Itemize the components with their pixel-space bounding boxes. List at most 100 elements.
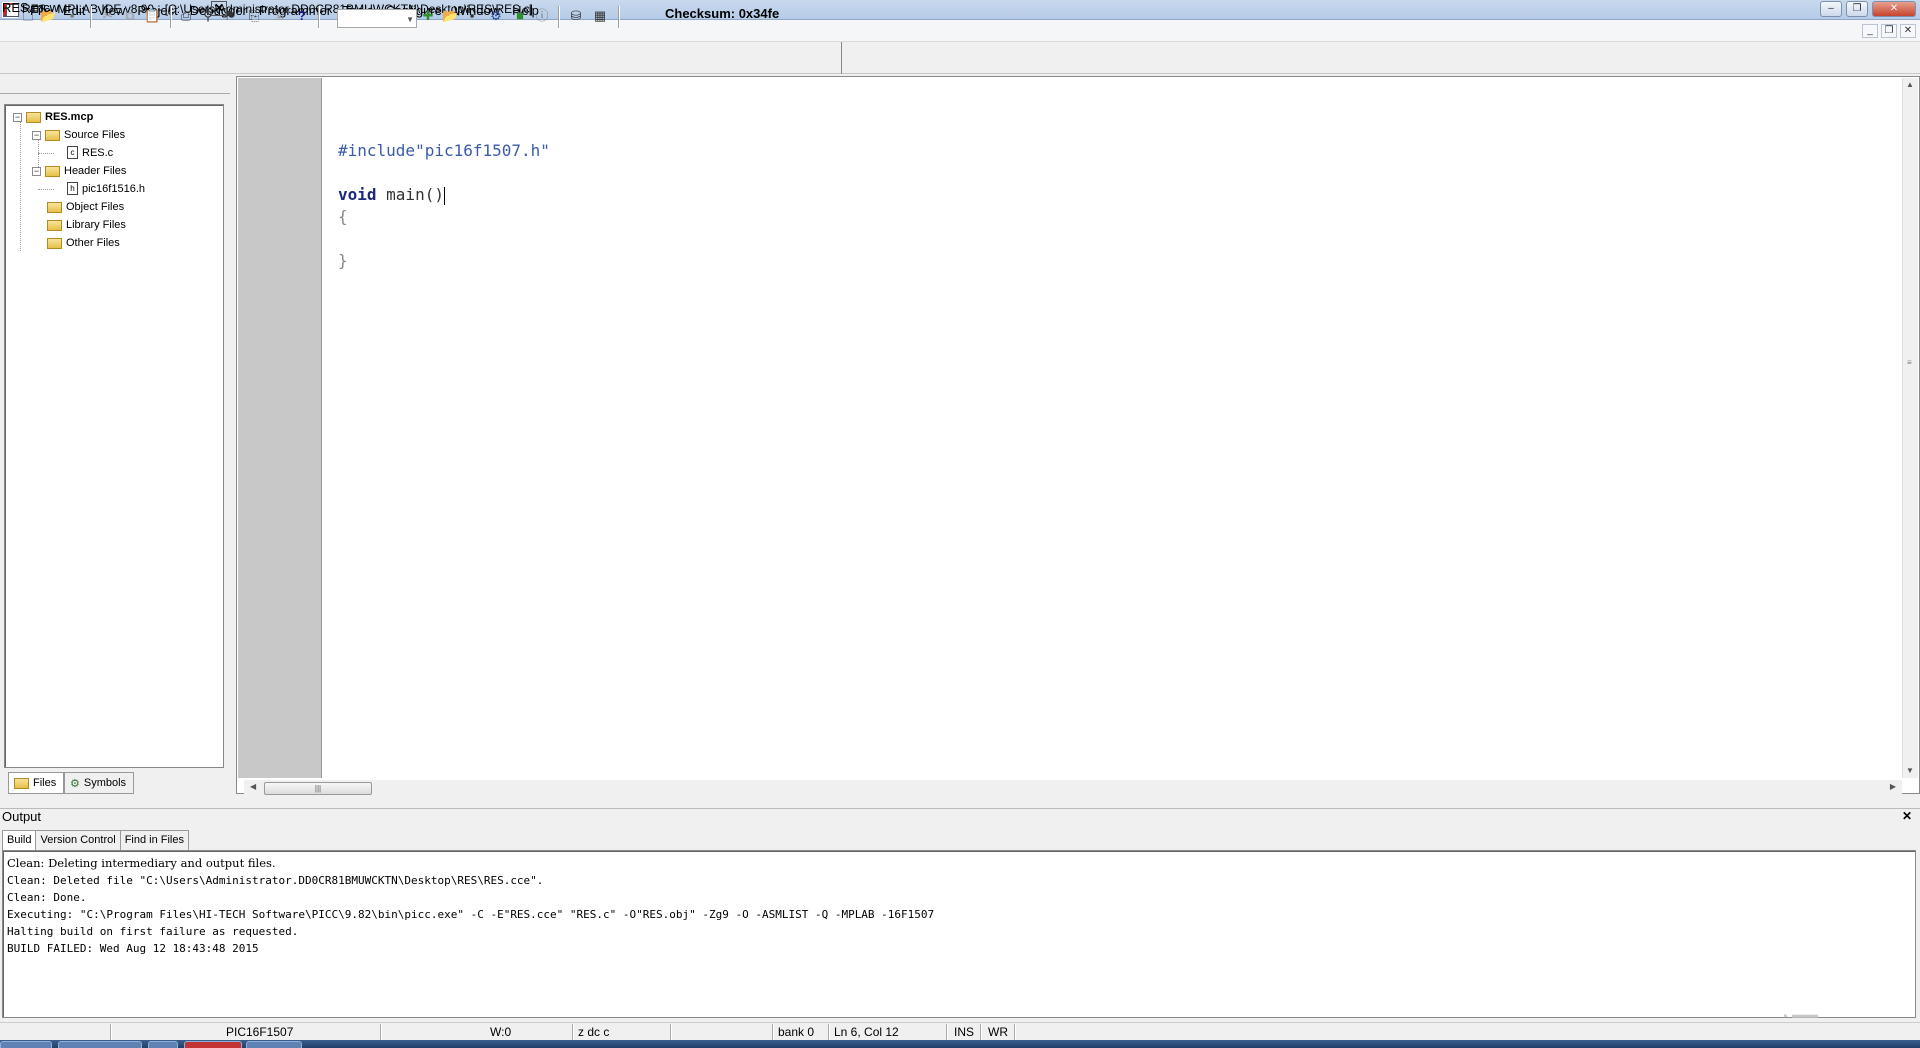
text-caret	[443, 186, 445, 205]
bookmark-next-icon[interactable]: ⇲	[270, 8, 286, 24]
taskbar-item[interactable]	[58, 1041, 142, 1048]
watermark-logo: ◔ ━━━	[1780, 1008, 1818, 1024]
code-line-close-brace: }	[338, 250, 550, 272]
tree-library-files[interactable]: Library Files	[47, 219, 126, 231]
output-line: Executing: "C:\Program Files\HI-TECH Sof…	[7, 908, 935, 921]
taskbar-item[interactable]	[184, 1041, 242, 1048]
status-separator	[670, 1024, 672, 1040]
status-insert-mode: INS	[954, 1025, 975, 1039]
folder-icon	[45, 165, 60, 177]
tab-find-in-files[interactable]: Find in Files	[119, 830, 189, 850]
checksum-label: Checksum: 0x34fe	[665, 6, 780, 21]
workspace-title: RES.mcw	[2, 0, 60, 15]
status-bank: bank 0	[778, 1025, 815, 1039]
scroll-grip-icon[interactable]: ≡	[1907, 358, 1915, 367]
project-name: RES.mcp	[45, 111, 94, 123]
collapse-icon[interactable]: −	[13, 112, 22, 122]
code-editor[interactable]: #include"pic16f1507.h" void main() { }	[338, 140, 550, 272]
symbols-icon: ⚙	[70, 777, 80, 790]
rebuild-icon[interactable]: ■	[512, 8, 528, 24]
h-file-icon: h	[67, 182, 78, 195]
tab-build[interactable]: Build	[2, 830, 37, 851]
bookmark-icon[interactable]: ⎘	[246, 8, 262, 24]
print-icon[interactable]: ⎙	[178, 8, 194, 24]
mdi-restore-button[interactable]: ❐	[1881, 24, 1897, 38]
editor-gutter	[238, 78, 322, 778]
collapse-icon[interactable]: −	[32, 166, 41, 176]
info-icon[interactable]: ⓘ	[534, 8, 550, 24]
calculator-icon[interactable]: ▦	[592, 8, 608, 24]
tree-file-header[interactable]: h pic16f1516.h	[67, 182, 145, 195]
scroll-down-icon[interactable]: ▼	[1906, 766, 1914, 775]
tree-header-files[interactable]: − Header Files	[32, 165, 126, 177]
maximize-window-button[interactable]: ❐	[1846, 1, 1868, 17]
status-write-mode: WR	[988, 1025, 1008, 1039]
build-configuration-select[interactable]: ▼	[337, 9, 417, 28]
status-separator	[980, 1024, 982, 1040]
taskbar-item[interactable]	[246, 1041, 302, 1048]
folder-icon	[26, 111, 41, 123]
taskbar-item[interactable]	[148, 1041, 178, 1048]
close-window-button[interactable]: ✕	[1872, 1, 1916, 17]
tab-files[interactable]: Files	[8, 772, 64, 794]
header-files-label: Header Files	[64, 165, 127, 177]
open-project-icon[interactable]: 📂	[442, 8, 458, 24]
toolbar-separator	[558, 6, 560, 28]
output-line: Clean: Deleting intermediary and output …	[7, 856, 276, 870]
tree-project-node[interactable]: − RES.mcp	[13, 111, 93, 123]
save-project-icon[interactable]: ▪	[464, 8, 480, 24]
folder-icon	[47, 237, 62, 249]
editor-horizontal-scrollbar[interactable]: ◀ ▶	[244, 780, 1902, 796]
tree-source-files[interactable]: − Source Files	[32, 129, 125, 141]
collapse-icon[interactable]: −	[32, 130, 41, 140]
build-icon[interactable]: ⚙	[488, 8, 504, 24]
minimize-window-button[interactable]: ‒	[1820, 1, 1842, 17]
editor-vertical-scrollbar[interactable]: ▲ ≡ ▼	[1902, 78, 1918, 778]
folder-icon	[47, 219, 62, 231]
scroll-left-icon[interactable]: ◀	[250, 782, 256, 791]
main-function: main()	[376, 185, 444, 204]
copy-icon[interactable]: ⧉	[122, 8, 138, 24]
output-close-button[interactable]: ✕	[1900, 810, 1914, 824]
output-title-bar	[0, 808, 1920, 826]
start-button[interactable]	[0, 1041, 52, 1048]
output-title: Output	[2, 809, 42, 824]
mdi-minimize-button[interactable]: _	[1862, 24, 1878, 38]
cut-icon[interactable]: ✂	[100, 8, 116, 24]
status-separator	[946, 1024, 948, 1040]
status-w-register: W:0	[490, 1025, 512, 1039]
paste-icon[interactable]: 📋	[144, 8, 160, 24]
new-project-icon[interactable]: ✚	[420, 8, 436, 24]
close-brace: }	[338, 251, 348, 270]
scroll-right-icon[interactable]: ▶	[1890, 782, 1896, 791]
build-output[interactable]: Clean: Deleting intermediary and output …	[2, 850, 1916, 1018]
mdi-close-button[interactable]: ✕	[1900, 24, 1916, 38]
void-keyword: void	[338, 185, 377, 204]
tree-file-res-c[interactable]: c RES.c	[67, 146, 113, 159]
status-separator	[380, 1024, 382, 1040]
code-line-open-brace: {	[338, 206, 550, 228]
program-icon[interactable]: ⛁	[568, 8, 584, 24]
status-separator	[110, 1024, 112, 1040]
tree-object-files[interactable]: Object Files	[47, 201, 124, 213]
workspace-tabs: Files ⚙ Symbols	[4, 772, 230, 794]
status-bar: PIC16F1507 W:0 z dc c bank 0 Ln 6, Col 1…	[0, 1022, 1920, 1040]
folder-icon	[45, 129, 60, 141]
menu-bar	[0, 20, 1920, 42]
scroll-up-icon[interactable]: ▲	[1906, 80, 1914, 89]
output-line: Clean: Deleted file "C:\Users\Administra…	[7, 874, 544, 887]
tab-symbols[interactable]: ⚙ Symbols	[64, 772, 134, 794]
workspace-close-button[interactable]: ✕	[211, 1, 227, 16]
toolbar-separator	[90, 6, 92, 28]
tab-version-control[interactable]: Version Control	[35, 830, 121, 850]
horizontal-scroll-thumb[interactable]: |||	[264, 782, 372, 795]
source-file-label: RES.c	[82, 146, 114, 159]
help-icon[interactable]: ?	[294, 8, 310, 24]
save-icon[interactable]: ▪	[64, 8, 80, 24]
tab-symbols-label: Symbols	[83, 777, 127, 789]
tree-other-files[interactable]: Other Files	[47, 237, 120, 249]
output-line: Halting build on first failure as reques…	[7, 925, 299, 938]
library-files-label: Library Files	[66, 219, 126, 231]
